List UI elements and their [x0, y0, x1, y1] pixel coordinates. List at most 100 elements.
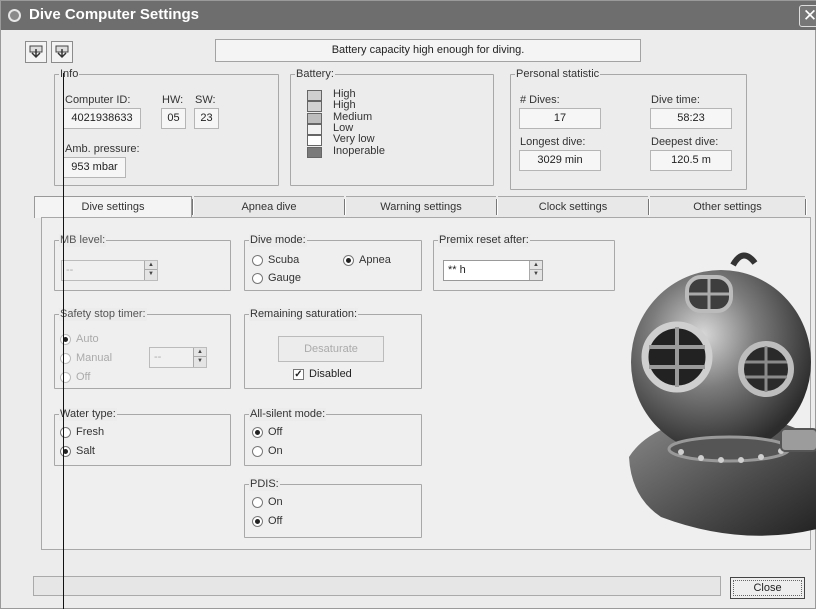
tab-other-settings[interactable]: Other settings — [650, 196, 805, 218]
longest-dive-value: 3029 min — [519, 150, 601, 171]
hw-value: 05 — [161, 108, 186, 129]
all-silent-off-radio[interactable]: Off — [252, 426, 282, 438]
premix-reset-group: Premix reset after: ** h ▲ ▼ — [433, 234, 615, 291]
computer-id-label: Computer ID: — [65, 94, 131, 106]
diving-helmet-image — [629, 252, 816, 536]
safety-auto-label: Auto — [76, 333, 99, 345]
deepest-dive-label: Deepest dive: — [651, 136, 719, 148]
dives-label: # Dives: — [520, 94, 560, 106]
tab-warning-settings[interactable]: Warning settings — [346, 196, 496, 218]
mb-level-value: -- — [66, 264, 74, 276]
all-silent-legend: All-silent mode: — [249, 408, 327, 421]
dive-computer-settings-window: Dive Computer Settings ✕ Battery capacit… — [0, 0, 816, 609]
spin-up-icon[interactable]: ▲ — [194, 348, 206, 357]
upload-icon — [55, 45, 69, 59]
longest-dive-label: Longest dive: — [520, 136, 586, 148]
mb-level-group: MB level: -- ▲ ▼ — [54, 234, 231, 291]
checkmark-icon: ✓ — [293, 368, 304, 380]
tab-strip: Dive settings Apnea dive Warning setting… — [34, 196, 810, 218]
battery-level-swatch — [307, 90, 322, 101]
deepest-dive-value: 120.5 m — [650, 150, 732, 171]
water-salt-radio[interactable]: Salt — [60, 445, 95, 457]
dive-mode-legend: Dive mode: — [249, 234, 307, 247]
hw-label: HW: — [162, 94, 184, 106]
status-message: Battery capacity high enough for diving. — [215, 39, 641, 62]
safety-off-radio[interactable]: Off — [60, 371, 90, 383]
close-button[interactable]: Close — [730, 577, 805, 599]
dives-value: 17 — [519, 108, 601, 129]
safety-manual-label: Manual — [76, 352, 113, 364]
upload-button[interactable] — [51, 41, 73, 63]
amb-pressure-label: Amb. pressure: — [65, 143, 140, 155]
window-close-button[interactable]: ✕ — [799, 5, 816, 27]
water-salt-label: Salt — [76, 445, 95, 457]
water-type-legend: Water type: — [59, 408, 117, 421]
tab-dive-settings[interactable]: Dive settings — [34, 196, 192, 218]
personal-statistic-legend: Personal statistic — [515, 68, 601, 81]
desaturate-button[interactable]: Desaturate — [278, 336, 384, 362]
disabled-checkbox-label: Disabled — [309, 368, 352, 380]
spin-down-icon[interactable]: ▼ — [145, 270, 157, 279]
all-silent-on-label: On — [268, 445, 283, 457]
safety-manual-spinner[interactable]: -- ▲ ▼ — [149, 347, 207, 368]
sw-value: 23 — [194, 108, 219, 129]
safety-manual-radio[interactable]: Manual — [60, 352, 112, 364]
all-silent-mode-group: All-silent mode: Off On — [244, 408, 422, 466]
battery-level-label: Inoperable — [333, 144, 385, 157]
battery-level-swatch — [307, 123, 322, 135]
disabled-checkbox[interactable]: ✓ Disabled — [293, 368, 352, 380]
window-title: Dive Computer Settings — [29, 6, 200, 23]
premix-reset-spinner[interactable]: ** h ▲ ▼ — [443, 260, 543, 281]
dive-mode-gauge-label: Gauge — [268, 272, 302, 284]
tab-clock-settings[interactable]: Clock settings — [498, 196, 648, 218]
info-group: Info Computer ID: HW: SW: 4021938633 05 … — [54, 68, 279, 186]
computer-id-value: 4021938633 — [63, 108, 141, 129]
battery-level-swatch — [307, 101, 322, 113]
water-type-group: Water type: Fresh Salt — [54, 408, 231, 466]
battery-group: Battery: High High Medium Low Very low Inoper… — [290, 68, 494, 186]
battery-level-swatch — [307, 112, 322, 124]
mb-level-spinner[interactable]: -- ▲ ▼ — [61, 260, 158, 281]
sw-label: SW: — [195, 94, 216, 106]
pdis-on-radio[interactable]: On — [252, 496, 283, 508]
dive-mode-apnea-label: Apnea — [359, 254, 391, 266]
all-silent-on-radio[interactable]: On — [252, 445, 283, 457]
dive-time-value: 58:23 — [650, 108, 732, 129]
progress-bar — [33, 576, 721, 596]
water-fresh-radio[interactable]: Fresh — [60, 426, 104, 438]
title-bar: Dive Computer Settings ✕ — [1, 1, 816, 30]
battery-level-swatch — [307, 135, 322, 147]
pdis-legend: PDIS: — [249, 478, 280, 491]
safety-stop-timer-group: Safety stop timer: Auto Manual Off -- ▲ … — [54, 308, 231, 389]
personal-statistic-group: Personal statistic # Dives: Dive time: 1… — [510, 68, 747, 190]
all-silent-off-label: Off — [268, 426, 283, 438]
premix-reset-value: ** h — [448, 264, 466, 276]
download-button[interactable] — [25, 41, 47, 63]
remaining-saturation-legend: Remaining saturation: — [249, 308, 359, 321]
spin-down-icon[interactable]: ▼ — [530, 270, 542, 279]
dive-mode-group: Dive mode: Scuba Apnea Gauge — [244, 234, 422, 291]
safety-stop-legend: Safety stop timer: — [59, 308, 147, 321]
pdis-off-radio[interactable]: Off — [252, 515, 282, 527]
spin-up-icon[interactable]: ▲ — [530, 261, 542, 270]
dive-mode-apnea-radio[interactable]: Apnea — [343, 254, 391, 266]
safety-off-label: Off — [76, 371, 91, 383]
tab-apnea-dive[interactable]: Apnea dive — [194, 196, 344, 218]
mb-level-legend: MB level: — [59, 234, 107, 247]
safety-manual-value: -- — [154, 351, 162, 363]
pdis-group: PDIS: On Off — [244, 478, 422, 538]
app-icon — [8, 9, 21, 22]
battery-level-swatch — [307, 146, 322, 158]
premix-reset-legend: Premix reset after: — [438, 234, 530, 247]
dive-mode-gauge-radio[interactable]: Gauge — [252, 272, 301, 284]
remaining-saturation-group: Remaining saturation: Desaturate ✓ Disabl… — [244, 308, 422, 389]
spin-up-icon[interactable]: ▲ — [145, 261, 157, 270]
pdis-on-label: On — [268, 496, 283, 508]
dive-mode-scuba-radio[interactable]: Scuba — [252, 254, 299, 266]
dive-mode-scuba-label: Scuba — [268, 254, 300, 266]
water-fresh-label: Fresh — [76, 426, 105, 438]
battery-legend: Battery: — [295, 68, 335, 81]
safety-auto-radio[interactable]: Auto — [60, 333, 99, 345]
spin-down-icon[interactable]: ▼ — [194, 357, 206, 366]
dive-time-label: Dive time: — [651, 94, 700, 106]
